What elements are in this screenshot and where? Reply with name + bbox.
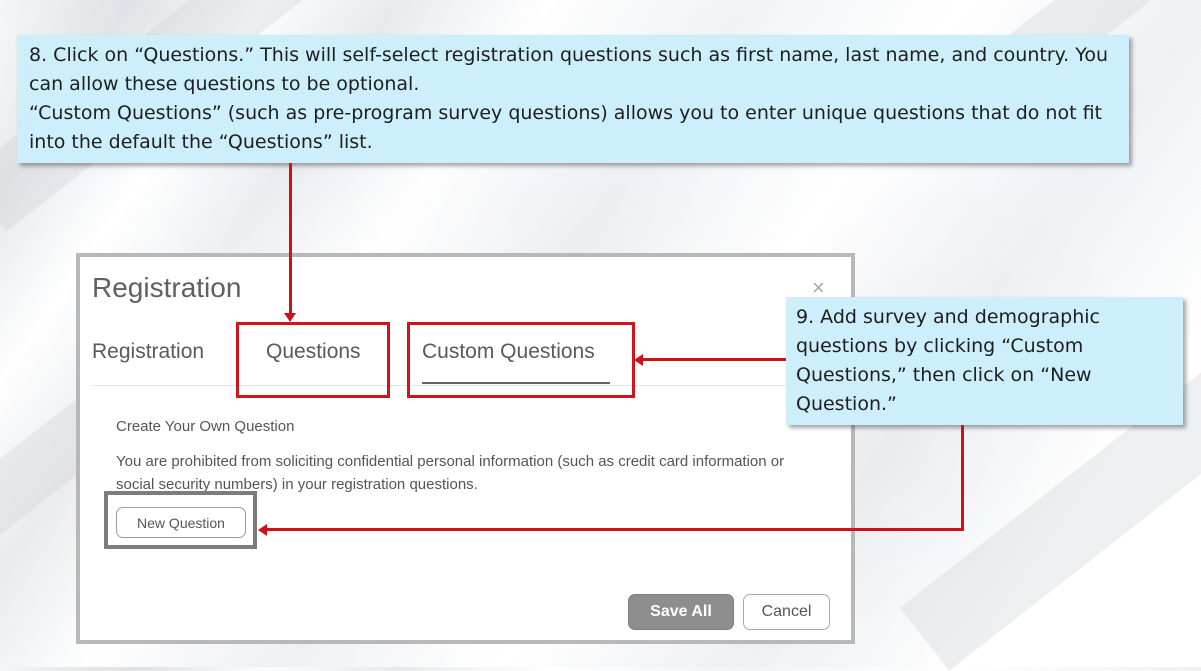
step-9-callout: 9. Add survey and demographic questions … [786,297,1183,425]
custom-questions-tab-highlight [407,322,635,398]
step-8-paragraph: 8. Click on “Questions.” This will self-… [29,41,1129,99]
step-9-paragraph: 9. Add survey and demographic questions … [796,303,1183,419]
questions-tab-highlight [236,322,390,398]
cancel-button[interactable]: Cancel [743,594,830,630]
section-heading: Create Your Own Question [116,418,295,435]
modal-title: Registration [92,272,242,303]
connector-line [266,528,964,531]
step-8-callout: 8. Click on “Questions.” This will self-… [17,35,1129,163]
arrow-head-left [634,354,643,366]
registration-modal: Registration × Registration Questions Cu… [76,253,855,644]
save-all-button[interactable]: Save All [628,594,734,630]
step-9-number: 9. [796,306,815,328]
tab-registration[interactable]: Registration [92,340,204,364]
connector-line [961,425,964,531]
step-8-custom-text: “Custom Questions” (such as pre-program … [29,102,1102,153]
step-8-number: 8. [29,44,48,66]
section-note: You are prohibited from soliciting confi… [116,453,785,493]
new-question-highlight [104,491,257,549]
arrow-head-down [284,313,296,322]
arrow-head-left [258,524,267,536]
connector-line [289,163,292,315]
step-8-text: Click on “Questions.” This will self-sel… [29,44,1109,95]
connector-line [642,358,786,361]
step-9-text: Add survey and demographic questions by … [796,306,1100,415]
